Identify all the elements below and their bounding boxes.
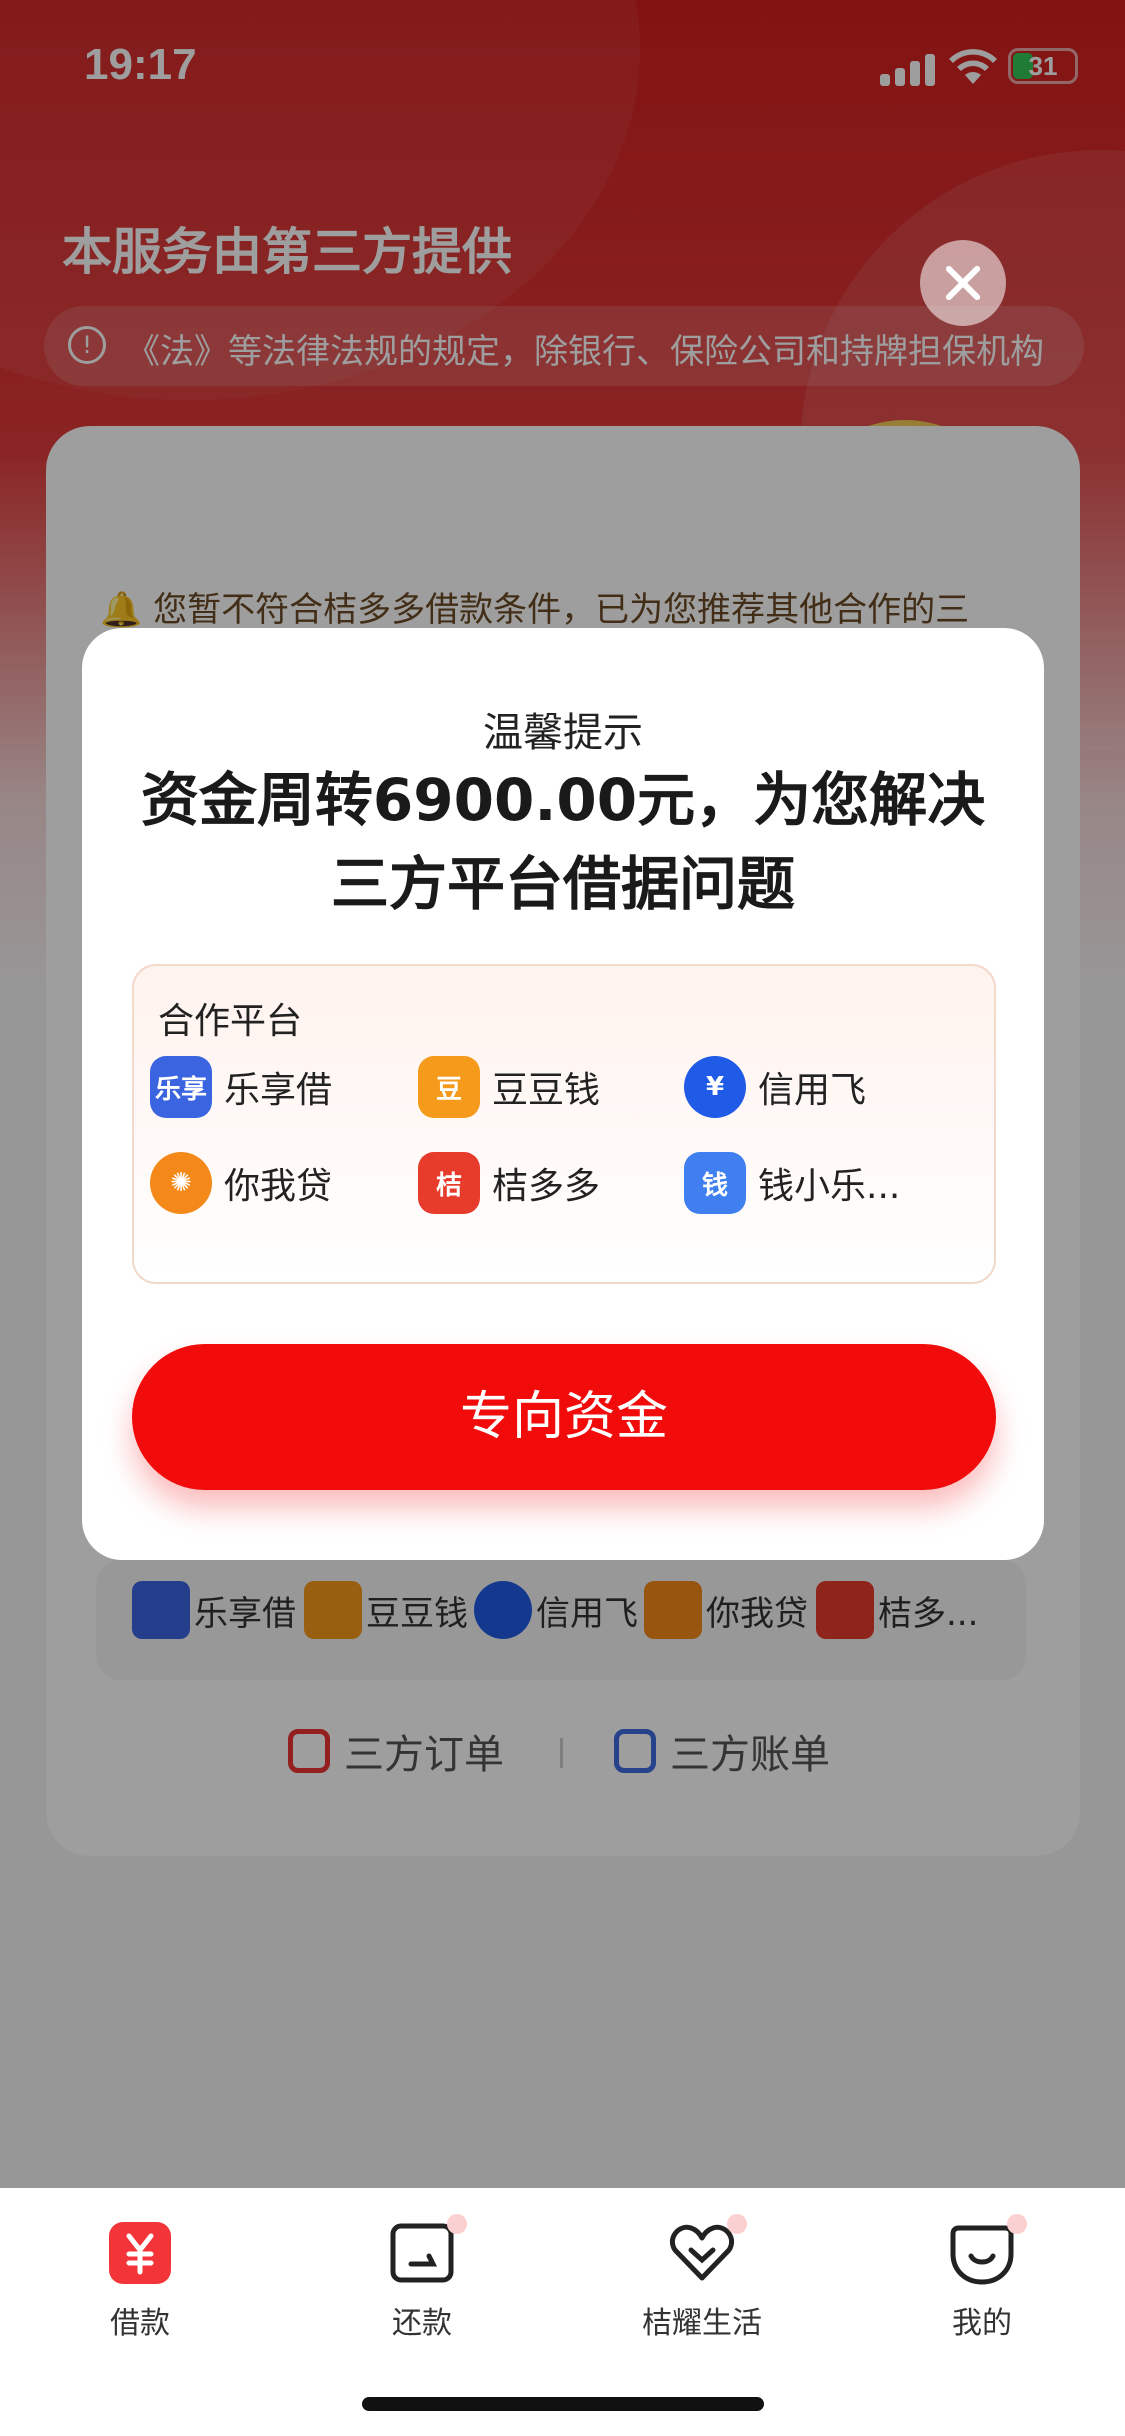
- special-funds-button[interactable]: 专向资金: [132, 1344, 996, 1490]
- qianxiaole-logo-icon: 钱: [684, 1152, 746, 1214]
- partner-heading: 合作平台: [158, 1001, 303, 1042]
- niwodai-logo-icon: ✺: [150, 1152, 212, 1214]
- tab-label: 借款: [110, 2306, 170, 2341]
- doudouqian-logo-icon: 豆: [418, 1056, 480, 1118]
- partner-name: 钱小乐...: [758, 1166, 901, 1207]
- partner-item[interactable]: 钱 钱小乐...: [684, 1152, 900, 1214]
- partner-item[interactable]: ✺ 你我贷: [150, 1152, 332, 1214]
- home-indicator[interactable]: [362, 2397, 764, 2411]
- partner-name: 乐享借: [224, 1070, 333, 1111]
- partner-name: 桔多多: [492, 1166, 601, 1207]
- lexiangjie-logo-icon: 乐享: [150, 1056, 212, 1118]
- tab-life[interactable]: 桔耀生活: [602, 2208, 802, 2342]
- tab-label: 桔耀生活: [642, 2306, 762, 2341]
- partner-name: 豆豆钱: [492, 1070, 601, 1111]
- partner-item[interactable]: ¥ 信用飞: [684, 1056, 866, 1118]
- heart-icon: [669, 2214, 747, 2286]
- tab-borrow[interactable]: 借款: [40, 2208, 240, 2342]
- partner-item[interactable]: 乐享 乐享借: [150, 1056, 332, 1118]
- notification-dot: [447, 2214, 467, 2234]
- partner-item[interactable]: 豆 豆豆钱: [418, 1056, 600, 1118]
- partner-name: 信用飞: [758, 1070, 867, 1111]
- partner-item[interactable]: 桔 桔多多: [418, 1152, 600, 1214]
- notification-dot: [727, 2214, 747, 2234]
- promo-dialog: 温馨提示 资金周转6900.00元，为您解决三方平台借据问题 合作平台 乐享 乐…: [82, 628, 1044, 1560]
- juduoduo-logo-icon: 桔: [418, 1152, 480, 1214]
- tab-label: 还款: [392, 2306, 452, 2341]
- xinyongfei-logo-icon: ¥: [684, 1056, 746, 1118]
- smile-icon: [949, 2214, 1027, 2286]
- tab-repay[interactable]: 还款: [322, 2208, 522, 2342]
- yuan-icon: [107, 2220, 173, 2286]
- close-icon[interactable]: [920, 240, 1006, 326]
- tab-mine[interactable]: 我的: [882, 2208, 1082, 2342]
- dialog-title: 资金周转6900.00元，为您解决三方平台借据问题: [140, 766, 986, 918]
- partner-name: 你我贷: [224, 1166, 333, 1207]
- tab-label: 我的: [952, 2306, 1012, 2341]
- partner-platforms-box: 合作平台 乐享 乐享借 豆 豆豆钱 ¥ 信用飞 ✺ 你我贷 桔 桔多多 钱 钱小…: [132, 964, 996, 1284]
- dialog-subtitle: 温馨提示: [483, 710, 643, 756]
- notification-dot: [1007, 2214, 1027, 2234]
- card-icon: [389, 2214, 467, 2286]
